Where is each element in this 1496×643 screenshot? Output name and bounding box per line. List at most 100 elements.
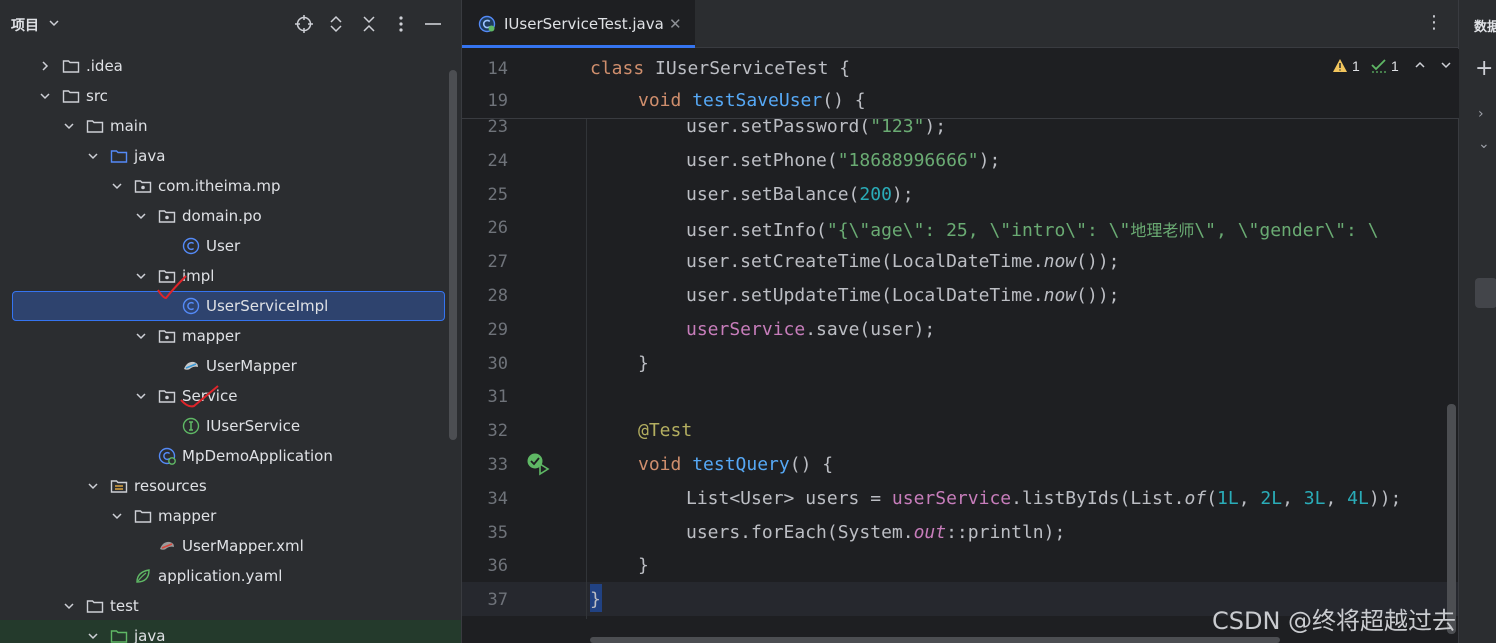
code-line[interactable]: 25 user.setBalance(200);: [462, 178, 1459, 212]
code-text: }: [638, 555, 649, 577]
chevron-down-icon[interactable]: [39, 90, 51, 102]
tree-item[interactable]: Service: [0, 381, 452, 411]
tree-item[interactable]: src: [0, 81, 452, 111]
code-line[interactable]: 32 @Test: [462, 414, 1459, 448]
line-number: 29: [487, 319, 508, 340]
code-line[interactable]: 14 class IUserServiceTest {: [462, 52, 1459, 86]
project-title[interactable]: 项目: [11, 15, 39, 35]
code-text: }: [590, 589, 601, 611]
chevron-down-icon[interactable]: [111, 510, 123, 522]
tree-item-label: resources: [134, 477, 207, 495]
line-number: 31: [487, 387, 508, 408]
tree-item[interactable]: mapper: [0, 501, 452, 531]
chevron-down-icon[interactable]: [48, 17, 60, 29]
tree-item-label: domain.po: [182, 207, 262, 225]
folder-icon: [62, 90, 80, 103]
test-source-folder-icon: [110, 630, 128, 643]
tab-more-icon[interactable]: ⋮: [1425, 12, 1443, 33]
tree-item-label: .idea: [86, 57, 123, 75]
tree-item[interactable]: MpDemoApplication: [0, 441, 452, 471]
chevron-down-icon[interactable]: [135, 270, 147, 282]
chevron-down-icon[interactable]: [135, 210, 147, 222]
expand-all-icon[interactable]: [325, 13, 347, 35]
tree-item-label: src: [86, 87, 108, 105]
code-line[interactable]: 29 userService.save(user);: [462, 313, 1459, 347]
tree-item[interactable]: impl: [0, 261, 452, 291]
line-number: 30: [487, 353, 508, 374]
code-text: user.setPassword("123");: [686, 116, 947, 137]
editor-horizontal-scrollbar[interactable]: [590, 637, 1280, 643]
next-highlight-icon[interactable]: [1440, 58, 1452, 74]
code-line[interactable]: 35 users.forEach(System.out::println);: [462, 516, 1459, 550]
code-line[interactable]: 33 void testQuery() {: [462, 448, 1459, 482]
tab-close-icon[interactable]: ✕: [669, 15, 682, 33]
tree-item-label: application.yaml: [158, 567, 283, 585]
chevron-right-icon[interactable]: ›: [1478, 106, 1484, 122]
tree-item[interactable]: UserMapper: [0, 351, 452, 381]
tree-item[interactable]: main: [0, 111, 452, 141]
chevron-right-icon[interactable]: [39, 60, 51, 72]
line-number: 37: [487, 590, 508, 611]
tree-item[interactable]: com.itheima.mp: [0, 171, 452, 201]
chevron-down-icon[interactable]: [87, 630, 99, 642]
chevron-down-icon[interactable]: [111, 180, 123, 192]
code-line[interactable]: 36}: [462, 549, 1459, 583]
package-icon: [158, 390, 176, 403]
code-line[interactable]: 30}: [462, 347, 1459, 381]
line-number: 36: [487, 556, 508, 577]
code-line[interactable]: 31: [462, 380, 1459, 414]
editor-tab-active[interactable]: IUserServiceTest.java ✕: [462, 0, 695, 48]
code-line[interactable]: 27 user.setCreateTime(LocalDateTime.now()…: [462, 245, 1459, 279]
chevron-down-icon[interactable]: [63, 120, 75, 132]
line-number: 27: [487, 252, 508, 273]
package-icon: [134, 180, 152, 193]
editor-vertical-scrollbar[interactable]: [1447, 404, 1456, 634]
more-options-icon[interactable]: [390, 13, 412, 35]
code-line[interactable]: 34 List<User> users = userService.listByI…: [462, 482, 1459, 516]
sticky-lines[interactable]: 14 class IUserServiceTest {19 void testSav…: [462, 49, 1459, 119]
chevron-down-icon[interactable]: [135, 330, 147, 342]
collapse-all-icon[interactable]: [358, 13, 380, 35]
tree-item-label: UserMapper.xml: [182, 537, 304, 555]
line-number: 33: [487, 455, 508, 475]
code-line[interactable]: 28 user.setUpdateTime(LocalDateTime.now()…: [462, 279, 1459, 313]
previous-highlight-icon[interactable]: [1414, 58, 1426, 74]
tree-item[interactable]: User: [0, 231, 452, 261]
tree-item-label: MpDemoApplication: [182, 447, 333, 465]
code-editor: IUserServiceTest.java ✕ ⋮ 1 1 14 class IU…: [461, 0, 1459, 643]
tree-item-label: mapper: [182, 327, 241, 345]
hide-panel-icon[interactable]: [422, 13, 444, 35]
tree-item[interactable]: IUserService: [0, 411, 452, 441]
code-line[interactable]: 26 user.setInfo("{\"age\": 25, \"intro\":…: [462, 211, 1459, 245]
code-text: List<User> users = userService.listByIds…: [686, 487, 1402, 509]
tree-item[interactable]: domain.po: [0, 201, 452, 231]
tree-item[interactable]: UserServiceImpl: [0, 291, 452, 321]
tree-item-label: java: [134, 147, 166, 165]
tree-item[interactable]: resources: [0, 471, 452, 501]
tree-item[interactable]: .idea: [0, 51, 452, 81]
chevron-down-icon[interactable]: ⌄: [1478, 136, 1490, 152]
database-title[interactable]: 数据库: [1474, 16, 1496, 35]
tree-item[interactable]: java: [0, 621, 452, 643]
red-check-mark: [180, 385, 219, 408]
locate-icon[interactable]: [293, 13, 315, 35]
tree-item[interactable]: UserMapper.xml: [0, 531, 452, 561]
add-icon[interactable]: +: [1475, 56, 1493, 81]
line-number: 28: [487, 286, 508, 306]
project-scrollbar[interactable]: [449, 70, 457, 440]
tree-item[interactable]: java: [0, 141, 452, 171]
run-test-icon[interactable]: [526, 452, 550, 476]
chevron-down-icon[interactable]: [135, 390, 147, 402]
tree-item[interactable]: application.yaml: [0, 561, 452, 591]
code-area[interactable]: 14 class IUserServiceTest {19 void testSav…: [462, 49, 1459, 643]
tree-item[interactable]: mapper: [0, 321, 452, 351]
database-scrollbar[interactable]: [1475, 278, 1496, 308]
tree-item-label: mapper: [158, 507, 217, 525]
chevron-down-icon[interactable]: [63, 600, 75, 612]
code-line[interactable]: 24 user.setPhone("18688996666");: [462, 144, 1459, 178]
chevron-down-icon[interactable]: [87, 150, 99, 162]
chevron-down-icon[interactable]: [87, 480, 99, 492]
code-line[interactable]: 19 void testSaveUser() {: [462, 84, 1459, 118]
tree-item[interactable]: test: [0, 591, 452, 621]
code-text: user.setCreateTime(LocalDateTime.now());: [686, 251, 1120, 273]
